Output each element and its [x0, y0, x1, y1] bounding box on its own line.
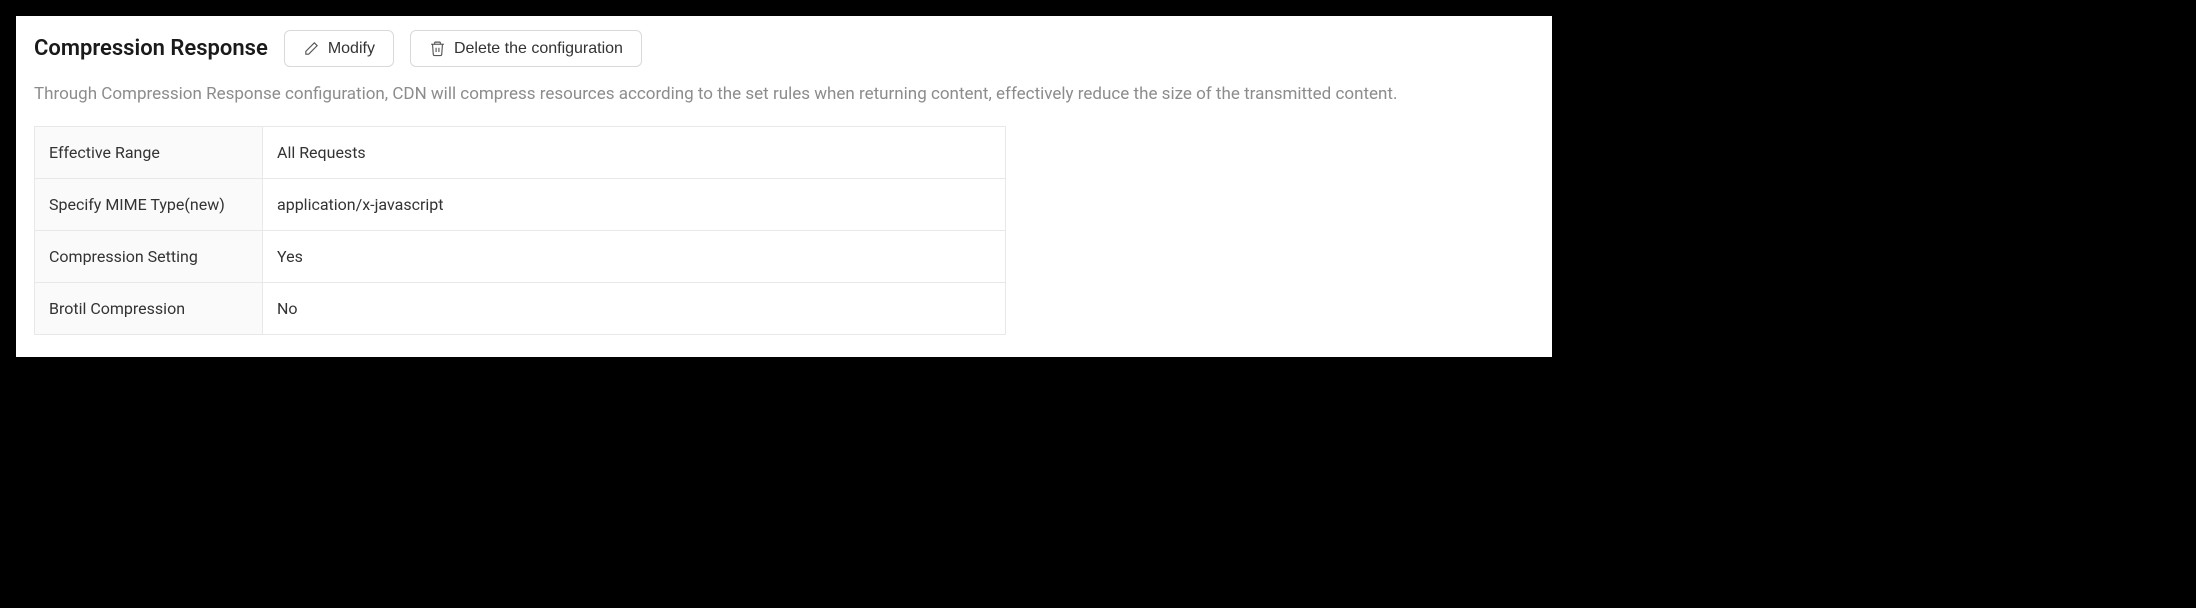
- config-value: application/x-javascript: [263, 179, 1006, 231]
- config-label: Brotil Compression: [35, 283, 263, 335]
- section-title: Compression Response: [34, 36, 268, 61]
- config-value: No: [263, 283, 1006, 335]
- table-row: Effective Range All Requests: [35, 127, 1006, 179]
- section-description: Through Compression Response configurati…: [34, 81, 1534, 108]
- config-value: Yes: [263, 231, 1006, 283]
- config-label: Compression Setting: [35, 231, 263, 283]
- delete-button-label: Delete the configuration: [454, 41, 623, 57]
- edit-icon: [303, 40, 320, 57]
- config-table: Effective Range All Requests Specify MIM…: [34, 126, 1006, 335]
- config-label: Specify MIME Type(new): [35, 179, 263, 231]
- modify-button-label: Modify: [328, 41, 375, 57]
- panel-header: Compression Response Modify Delete the c…: [34, 30, 1534, 67]
- modify-button[interactable]: Modify: [284, 30, 394, 67]
- config-value: All Requests: [263, 127, 1006, 179]
- table-row: Compression Setting Yes: [35, 231, 1006, 283]
- table-row: Brotil Compression No: [35, 283, 1006, 335]
- config-label: Effective Range: [35, 127, 263, 179]
- compression-response-panel: Compression Response Modify Delete the c…: [16, 16, 1552, 357]
- trash-icon: [429, 40, 446, 57]
- delete-button[interactable]: Delete the configuration: [410, 30, 642, 67]
- table-row: Specify MIME Type(new) application/x-jav…: [35, 179, 1006, 231]
